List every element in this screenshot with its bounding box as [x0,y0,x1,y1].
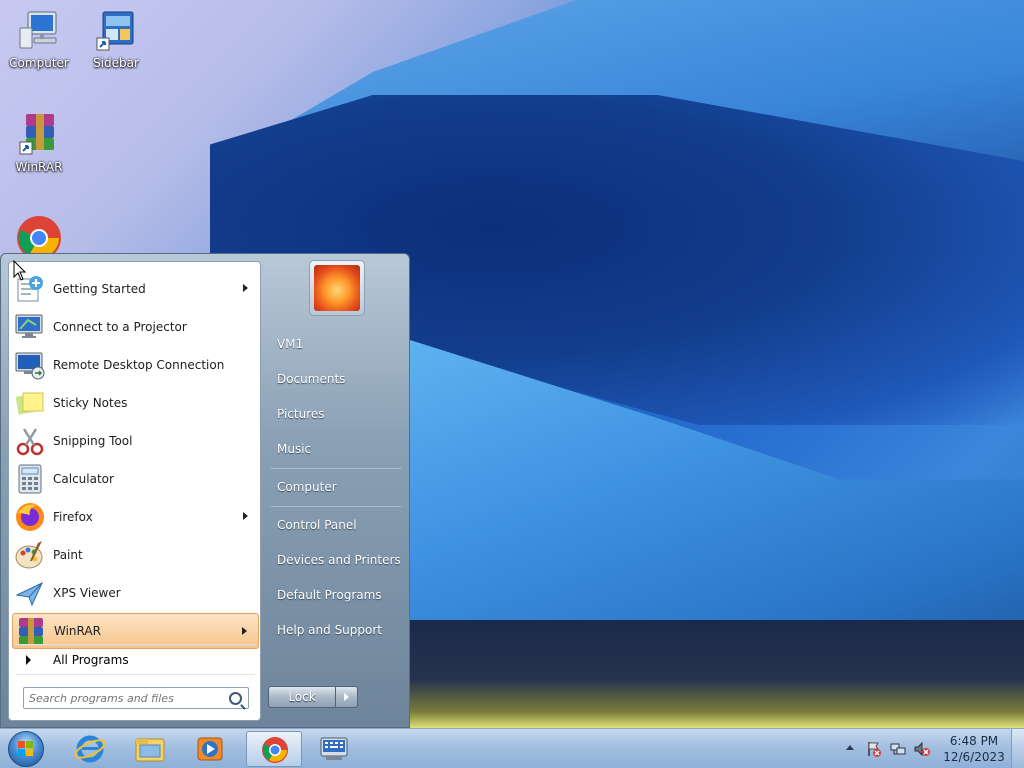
volume-muted-icon[interactable] [914,741,930,757]
divider [271,468,401,469]
taskbar-chrome[interactable] [246,731,302,767]
divider [271,506,401,507]
start-menu-programs-pane: Getting Started Connect to a Projector R… [8,261,261,721]
windows-logo-icon [18,741,34,757]
program-label: XPS Viewer [53,586,121,600]
computer-icon [16,8,62,54]
program-remote-desktop[interactable]: Remote Desktop Connection [12,347,259,383]
desktop-icon-label: Sidebar [93,56,139,70]
all-programs-label: All Programs [53,653,129,667]
program-label: Calculator [53,472,114,486]
submenu-arrow-icon [243,284,248,292]
program-calculator[interactable]: Calculator [12,461,259,497]
wallpaper-shape [410,620,1024,728]
search-icon[interactable] [229,692,242,705]
program-sticky-notes[interactable]: Sticky Notes [12,385,259,421]
divider [15,644,255,645]
link-user-folder[interactable]: VM1 [277,337,303,351]
program-connect-projector[interactable]: Connect to a Projector [12,309,259,345]
clock-time: 6:48 PM [949,734,999,748]
internet-explorer-icon [74,735,106,763]
desktop-icon-computer[interactable]: Computer [3,8,75,70]
avatar [314,265,360,311]
paint-icon [14,539,46,571]
winrar-shortcut-icon [16,112,62,158]
link-documents[interactable]: Documents [277,372,345,386]
divider [15,674,255,675]
taskbar: 6:48 PM 12/6/2023 [0,728,1024,768]
taskbar-on-screen-keyboard[interactable] [306,731,362,767]
mouse-cursor-icon [13,260,27,281]
program-xps-viewer[interactable]: XPS Viewer [12,575,259,611]
program-label: Remote Desktop Connection [53,358,225,372]
show-hidden-icons-button[interactable] [846,745,854,750]
shutdown-options-button[interactable] [336,686,358,708]
link-help-support[interactable]: Help and Support [277,623,382,637]
link-devices-printers[interactable]: Devices and Printers [277,553,401,567]
system-clock[interactable]: 6:48 PM 12/6/2023 [935,733,1013,765]
program-label: WinRAR [54,624,101,638]
desktop-icon-label: Computer [9,56,69,70]
all-programs-button[interactable]: All Programs [12,648,259,672]
on-screen-keyboard-icon [320,737,348,760]
program-label: Snipping Tool [53,434,133,448]
action-center-flag-icon[interactable] [866,741,882,757]
clock-date: 12/6/2023 [943,750,1005,764]
link-computer[interactable]: Computer [277,480,337,494]
windows-explorer-icon [135,738,165,762]
link-pictures[interactable]: Pictures [277,407,325,421]
firefox-icon [14,501,46,533]
sidebar-shortcut-icon [93,8,139,54]
link-default-programs[interactable]: Default Programs [277,588,382,602]
desktop-icon-label: WinRAR [15,160,63,174]
program-firefox[interactable]: Firefox [12,499,259,535]
desktop-icon-winrar[interactable]: WinRAR [3,112,75,174]
program-label: Connect to a Projector [53,320,187,334]
search-input[interactable] [24,690,221,706]
media-player-icon [197,737,223,761]
program-label: Sticky Notes [53,396,128,410]
desktop-icon-sidebar[interactable]: Sidebar [80,8,152,70]
winrar-icon [15,615,47,647]
program-snipping-tool[interactable]: Snipping Tool [12,423,259,459]
lock-button-group: Lock [268,686,358,708]
remote-desktop-icon [14,349,46,381]
program-label: Paint [53,548,83,562]
snipping-tool-icon [14,425,46,457]
program-label: Getting Started [53,282,146,296]
user-picture [309,260,365,316]
chrome-icon [262,737,288,763]
sticky-notes-icon [14,387,46,419]
lock-button[interactable]: Lock [268,686,336,708]
network-icon[interactable] [890,741,906,757]
all-programs-arrow-icon [26,655,31,665]
submenu-arrow-icon [243,512,248,520]
submenu-arrow-icon [242,627,247,635]
program-label: Firefox [53,510,93,524]
taskbar-windows-explorer[interactable] [122,731,178,767]
chrome-icon [16,212,62,260]
show-desktop-button[interactable] [1011,729,1024,768]
link-music[interactable]: Music [277,442,311,456]
xps-viewer-icon [14,577,46,609]
projector-icon [14,311,46,343]
program-getting-started[interactable]: Getting Started [12,271,259,307]
program-paint[interactable]: Paint [12,537,259,573]
start-menu: Getting Started Connect to a Projector R… [0,253,410,728]
calculator-icon [14,463,46,495]
search-box[interactable] [23,687,249,709]
link-control-panel[interactable]: Control Panel [277,518,357,532]
start-button[interactable] [8,731,44,767]
taskbar-internet-explorer[interactable] [62,731,118,767]
taskbar-media-player[interactable] [182,731,238,767]
